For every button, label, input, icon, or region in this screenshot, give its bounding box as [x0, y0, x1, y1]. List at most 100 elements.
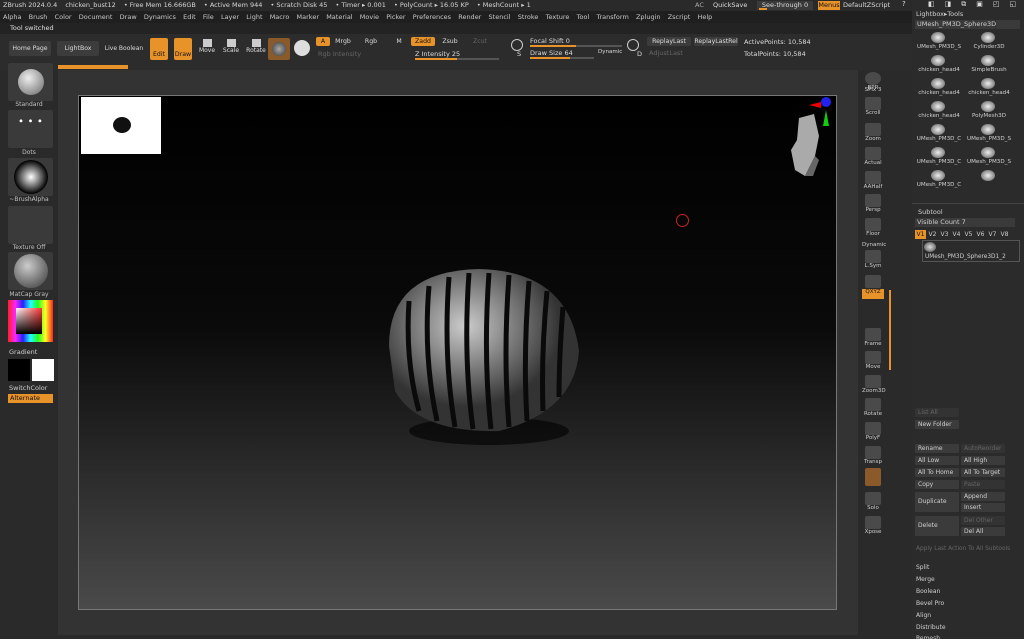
tool-thumbnail[interactable]: chicken_head4	[915, 77, 963, 99]
all-to-home-button[interactable]: All To Home	[915, 468, 959, 477]
version-tab-v6[interactable]: V6	[975, 230, 986, 239]
ghost-button[interactable]	[862, 468, 884, 486]
menu-tool[interactable]: Tool	[577, 13, 590, 21]
aahalf-button[interactable]: AAHalf	[862, 171, 884, 190]
tray-window-controls[interactable]: ◧◨⧉▣◰◱⧠	[912, 0, 1024, 9]
menu-brush[interactable]: Brush	[29, 13, 48, 21]
scroll-indicator[interactable]	[889, 290, 891, 370]
z-intensity-track[interactable]	[415, 58, 499, 60]
replay-last-button[interactable]: ReplayLast	[647, 37, 691, 46]
brush-slot[interactable]	[8, 63, 53, 101]
home-page-button[interactable]: Home Page	[9, 41, 51, 56]
menus-button[interactable]: Menus	[818, 1, 840, 10]
draw-size-track[interactable]	[530, 57, 594, 59]
tool-thumbnail[interactable]: UMesh_PM3D_S	[965, 146, 1013, 168]
new-folder-button[interactable]: New Folder	[915, 420, 959, 429]
gizmo-toggle-icon[interactable]	[294, 40, 310, 56]
menu-marker[interactable]: Marker	[297, 13, 319, 21]
tool-thumbnail[interactable]: chicken_head4	[965, 77, 1013, 99]
orientation-gizmo-icon[interactable]	[769, 96, 839, 186]
menu-zscript[interactable]: Zscript	[668, 13, 691, 21]
rgb-button[interactable]: Rgb	[362, 37, 380, 46]
tool-thumbnail[interactable]: chicken_head4	[915, 100, 963, 122]
split-menu[interactable]: Split	[913, 563, 1017, 572]
lock-icon[interactable]	[862, 275, 884, 288]
switchcolor-button[interactable]: SwitchColor	[9, 384, 47, 392]
tool-thumbnail[interactable]: UMesh_PM3D_C	[915, 146, 963, 168]
frame-button[interactable]: Frame	[862, 328, 884, 347]
rename-button[interactable]: Rename	[915, 444, 959, 453]
version-tab-v2[interactable]: V2	[927, 230, 938, 239]
lightbox-button[interactable]: LightBox	[57, 41, 99, 56]
zsub-button[interactable]: Zsub	[440, 37, 460, 46]
material-slot[interactable]	[8, 252, 53, 290]
menu-transform[interactable]: Transform	[596, 13, 628, 21]
visible-count-slider[interactable]: Visible Count 7	[915, 218, 1015, 227]
primary-color-swatch[interactable]	[8, 359, 30, 381]
tool-thumbnail[interactable]: UMesh_PM3D_C	[915, 123, 963, 145]
menu-texture[interactable]: Texture	[546, 13, 570, 21]
live-boolean-button[interactable]: Live Boolean	[101, 45, 147, 52]
spix-slider[interactable]: SPix 3	[862, 87, 884, 93]
scale-button[interactable]: Scale	[221, 39, 241, 54]
viewport[interactable]	[78, 95, 837, 610]
current-tool-name[interactable]: UMesh_PM3D_Sphere3D1	[915, 20, 1000, 29]
menu-stencil[interactable]: Stencil	[489, 13, 511, 21]
transp-button[interactable]: Transp	[862, 446, 884, 465]
alternate-button[interactable]: Alternate	[8, 394, 53, 403]
menu-layer[interactable]: Layer	[221, 13, 239, 21]
draw-button[interactable]: Draw	[174, 38, 192, 60]
zadd-button[interactable]: Zadd	[411, 37, 435, 46]
actual-button[interactable]: Actual	[862, 147, 884, 166]
dynamic-toggle[interactable]: Dynamic	[598, 49, 622, 55]
bevel-pro-menu[interactable]: Bevel Pro	[913, 599, 1017, 608]
solo-button[interactable]: Solo	[862, 492, 884, 511]
rgb-intensity-slider[interactable]: Rgb Intensity	[318, 50, 361, 58]
move-view-button[interactable]: Move	[862, 351, 884, 370]
navigator-thumbnail[interactable]	[81, 97, 161, 154]
zcut-button[interactable]: Zcut	[470, 37, 490, 46]
menu-picker[interactable]: Picker	[386, 13, 405, 21]
version-tab-v1[interactable]: V1	[915, 230, 926, 239]
edit-button[interactable]: Edit	[150, 38, 168, 60]
menu-file[interactable]: File	[203, 13, 214, 21]
texture-slot[interactable]	[8, 206, 53, 244]
m-button[interactable]: M	[394, 37, 404, 46]
version-tab-v7[interactable]: V7	[987, 230, 998, 239]
focal-shift-track[interactable]	[530, 45, 622, 47]
tool-thumbnail[interactable]: UMesh_PM3D_C	[915, 169, 963, 191]
append-button[interactable]: Append	[961, 492, 1005, 501]
insert-button[interactable]: Insert	[961, 503, 1005, 512]
lightbox-tools-header[interactable]: Lightbox▸Tools	[916, 10, 963, 18]
del-other-button[interactable]: Del Other	[961, 516, 1005, 525]
menu-preferences[interactable]: Preferences	[413, 13, 451, 21]
z-intensity-slider[interactable]: Z Intensity 25	[415, 50, 460, 58]
rotate-button[interactable]: Rotate	[245, 39, 267, 54]
copy-button[interactable]: Copy	[915, 480, 959, 489]
del-all-button[interactable]: Del All	[961, 527, 1005, 536]
draw-size-slider[interactable]: Draw Size 64	[530, 49, 573, 57]
secondary-color-swatch[interactable]	[32, 359, 54, 381]
menu-movie[interactable]: Movie	[360, 13, 379, 21]
menu-material[interactable]: Material	[326, 13, 352, 21]
menu-macro[interactable]: Macro	[270, 13, 290, 21]
xyz-button[interactable]: QXYZ	[862, 289, 884, 299]
menu-light[interactable]: Light	[246, 13, 262, 21]
stroke-slot[interactable]: ∙ ∙ ∙	[8, 110, 53, 148]
boolean-menu[interactable]: Boolean	[913, 587, 1017, 596]
focal-shift-slider[interactable]: Focal Shift 0	[530, 37, 570, 45]
color-picker[interactable]	[8, 300, 53, 342]
merge-menu[interactable]: Merge	[913, 575, 1017, 584]
replay-last-rel-button[interactable]: ReplayLastRel	[694, 37, 738, 46]
help-icon[interactable]: ?	[902, 0, 906, 8]
tool-thumbnail[interactable]: Cylinder3D	[965, 31, 1013, 53]
menu-edit[interactable]: Edit	[183, 13, 196, 21]
all-low-button[interactable]: All Low	[915, 456, 959, 465]
version-tab-v4[interactable]: V4	[951, 230, 962, 239]
paste-button[interactable]: Paste	[961, 480, 1005, 489]
tool-thumbnail[interactable]: chicken_head4	[915, 54, 963, 76]
menu-color[interactable]: Color	[55, 13, 72, 21]
zoom3d-button[interactable]: Zoom3D	[862, 375, 886, 394]
mrgb-button[interactable]: Mrgb	[332, 37, 354, 46]
menu-stroke[interactable]: Stroke	[518, 13, 539, 21]
